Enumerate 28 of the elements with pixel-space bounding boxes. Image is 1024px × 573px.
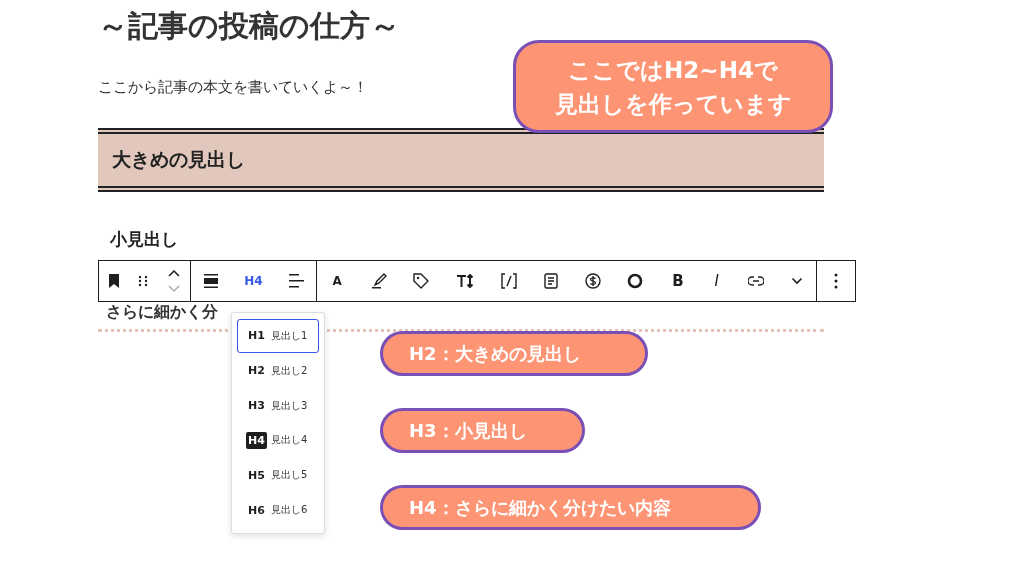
chevron-down-icon[interactable] — [790, 277, 803, 285]
tag-icon[interactable] — [413, 273, 430, 289]
bold-button[interactable]: B — [670, 272, 686, 290]
highlighter-icon[interactable] — [370, 273, 387, 289]
text-color-button[interactable]: A — [330, 274, 344, 288]
document-icon[interactable] — [543, 273, 558, 289]
bookmark-icon[interactable] — [108, 274, 121, 288]
post-title: ～記事の投稿の仕方～ — [98, 7, 401, 45]
callout-label: H3：小見出し — [380, 408, 585, 453]
text-align-icon[interactable] — [288, 274, 305, 288]
circle-icon[interactable] — [627, 273, 644, 289]
subheading: 小見出し — [110, 228, 179, 251]
font-size-icon[interactable] — [456, 274, 475, 288]
callout-label: H4：さらに細かく分けたい内容 — [380, 485, 761, 530]
more-options-icon[interactable] — [834, 273, 838, 289]
dollar-coin-icon[interactable] — [584, 273, 601, 289]
heading-level-option[interactable]: H1 見出し1 — [237, 319, 319, 353]
italic-button[interactable]: I — [712, 272, 721, 290]
heading-text: 大きめの見出し — [112, 147, 245, 172]
link-icon[interactable] — [747, 276, 764, 286]
heading-level-button[interactable]: H4 — [242, 274, 265, 288]
callout-label: H2：大きめの見出し — [380, 331, 648, 376]
align-wide-icon[interactable] — [202, 274, 219, 288]
shortcode-icon[interactable] — [500, 273, 517, 289]
drag-handle-icon[interactable] — [138, 275, 149, 287]
subheading: さらに細かく分 — [106, 302, 218, 321]
callout-label: ここではH2~H4で 見出しを作っています — [513, 40, 833, 133]
paragraph: ここから記事の本文を書いていくよ～！ — [98, 77, 369, 98]
